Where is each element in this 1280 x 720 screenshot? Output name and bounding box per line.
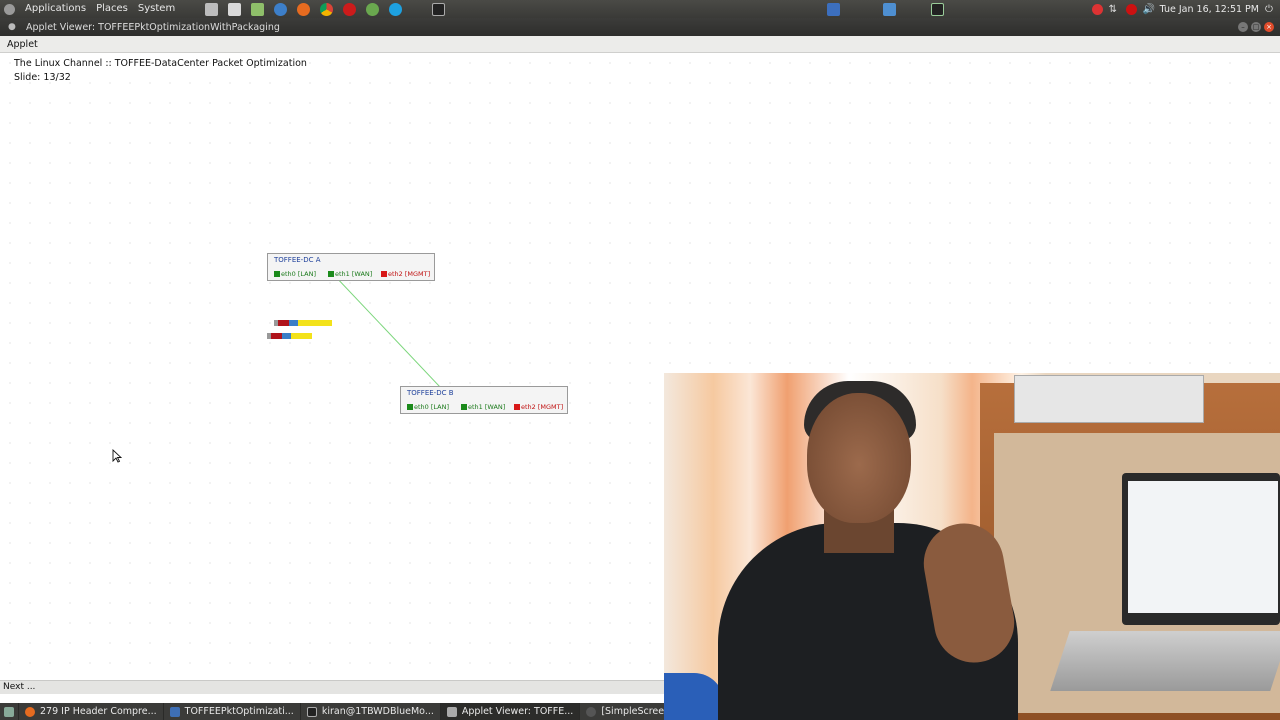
lan-port-icon <box>407 404 413 410</box>
iface-label: eth2 [MGMT] <box>521 403 564 411</box>
menu-places[interactable]: Places <box>91 0 133 18</box>
task-label: Applet Viewer: TOFFE... <box>461 706 574 717</box>
iface-label: eth0 [LAN] <box>281 270 317 278</box>
wan-port-icon <box>328 271 334 277</box>
menu-applet[interactable]: Applet <box>7 39 38 50</box>
task-applet-viewer[interactable]: Applet Viewer: TOFFE... <box>440 703 581 720</box>
window-menu-icon[interactable]: ● <box>8 22 18 32</box>
node-dc-b[interactable]: TOFFEE-DC B eth0 [LAN] eth1 [WAN] eth2 [… <box>400 386 568 414</box>
iface-label: eth1 [WAN] <box>335 270 373 278</box>
maximize-button[interactable]: □ <box>1251 22 1261 32</box>
desktop-icon <box>4 706 14 717</box>
power-icon[interactable]: ⏻ <box>1265 4 1276 15</box>
clock[interactable]: Tue Jan 16, 12:51 PM <box>1160 4 1259 15</box>
packet-2 <box>267 333 312 339</box>
task-toffee-project[interactable]: TOFFEEPktOptimizati... <box>164 703 301 720</box>
java-icon <box>169 706 180 717</box>
laptop <box>1050 631 1280 691</box>
presenter-face <box>807 393 911 523</box>
applet-icon <box>446 706 457 717</box>
close-button[interactable]: × <box>1264 22 1274 32</box>
wan-port-icon <box>461 404 467 410</box>
iface-eth1[interactable]: eth1 [WAN] <box>461 403 505 411</box>
mgmt-port-icon <box>514 404 520 410</box>
menu-applications[interactable]: Applications <box>20 0 91 18</box>
task-label: kiran@1TBWDBlueMo... <box>321 706 434 717</box>
task-terminal[interactable]: kiran@1TBWDBlueMo... <box>301 703 441 720</box>
packet-1 <box>274 320 332 326</box>
chair <box>664 673 724 720</box>
workspace-icon[interactable] <box>827 2 840 16</box>
terminal-icon <box>306 706 317 717</box>
node-dc-a[interactable]: TOFFEE-DC A eth0 [LAN] eth1 [WAN] eth2 [… <box>267 253 435 281</box>
firefox-icon <box>25 706 35 717</box>
terminal-launcher-icon[interactable] <box>432 2 446 16</box>
iface-label: eth1 [WAN] <box>468 403 506 411</box>
node-name: TOFFEE-DC A <box>274 256 321 264</box>
applet-status-bar: Next ... <box>0 680 664 694</box>
mgmt-port-icon <box>381 271 387 277</box>
system-tray: ⇅ 🔊 Tue Jan 16, 12:51 PM ⏻ <box>1091 0 1276 18</box>
task-firefox[interactable]: 279 IP Header Compre... <box>19 703 164 720</box>
alarm-clock-icon[interactable] <box>1091 3 1103 15</box>
minimize-button[interactable]: – <box>1238 22 1248 32</box>
monitor-screen <box>1128 481 1278 613</box>
spreadsheet-icon[interactable] <box>251 2 265 16</box>
iface-eth0[interactable]: eth0 [LAN] <box>274 270 316 278</box>
lan-port-icon <box>274 271 280 277</box>
pidgin-icon[interactable] <box>366 2 380 16</box>
printer <box>1014 375 1204 423</box>
iface-eth0[interactable]: eth0 [LAN] <box>407 403 449 411</box>
iface-eth2[interactable]: eth2 [MGMT] <box>381 270 430 278</box>
calculator-icon[interactable] <box>205 2 219 16</box>
chrome-icon[interactable] <box>320 2 334 16</box>
menu-system[interactable]: System <box>133 0 180 18</box>
task-label: TOFFEEPktOptimizati... <box>184 706 294 717</box>
network-icon[interactable]: ⇅ <box>1109 4 1120 15</box>
iface-eth2[interactable]: eth2 [MGMT] <box>514 403 563 411</box>
task-label: 279 IP Header Compre... <box>40 706 157 717</box>
ubuntu-logo-icon[interactable] <box>4 3 15 15</box>
thunderbird-icon[interactable] <box>274 2 288 16</box>
iface-label: eth0 [LAN] <box>414 403 450 411</box>
recorder-icon <box>586 706 597 717</box>
recording-icon[interactable] <box>1125 3 1137 15</box>
text-editor-icon[interactable] <box>228 2 242 16</box>
node-name: TOFFEE-DC B <box>407 389 454 397</box>
firefox-icon[interactable] <box>297 2 311 16</box>
top-panel: Applications Places System ⇅ 🔊 Tue Jan 1… <box>0 0 1280 18</box>
window-title: Applet Viewer: TOFFEEPktOptimizationWith… <box>26 21 280 33</box>
monitor-app-icon[interactable] <box>883 2 896 16</box>
show-desktop-button[interactable] <box>0 703 19 720</box>
menu-bar: Applet <box>0 36 1280 53</box>
opera-icon[interactable] <box>343 2 357 16</box>
iface-label: eth2 [MGMT] <box>388 270 431 278</box>
mouse-cursor-icon <box>112 449 122 463</box>
webcam-overlay <box>664 373 1280 720</box>
volume-icon[interactable]: 🔊 <box>1143 4 1155 15</box>
system-monitor-icon[interactable] <box>931 2 944 16</box>
window-title-bar: ● Applet Viewer: TOFFEEPktOptimizationWi… <box>0 18 1280 36</box>
iface-eth1[interactable]: eth1 [WAN] <box>328 270 372 278</box>
skype-icon[interactable] <box>389 2 403 16</box>
